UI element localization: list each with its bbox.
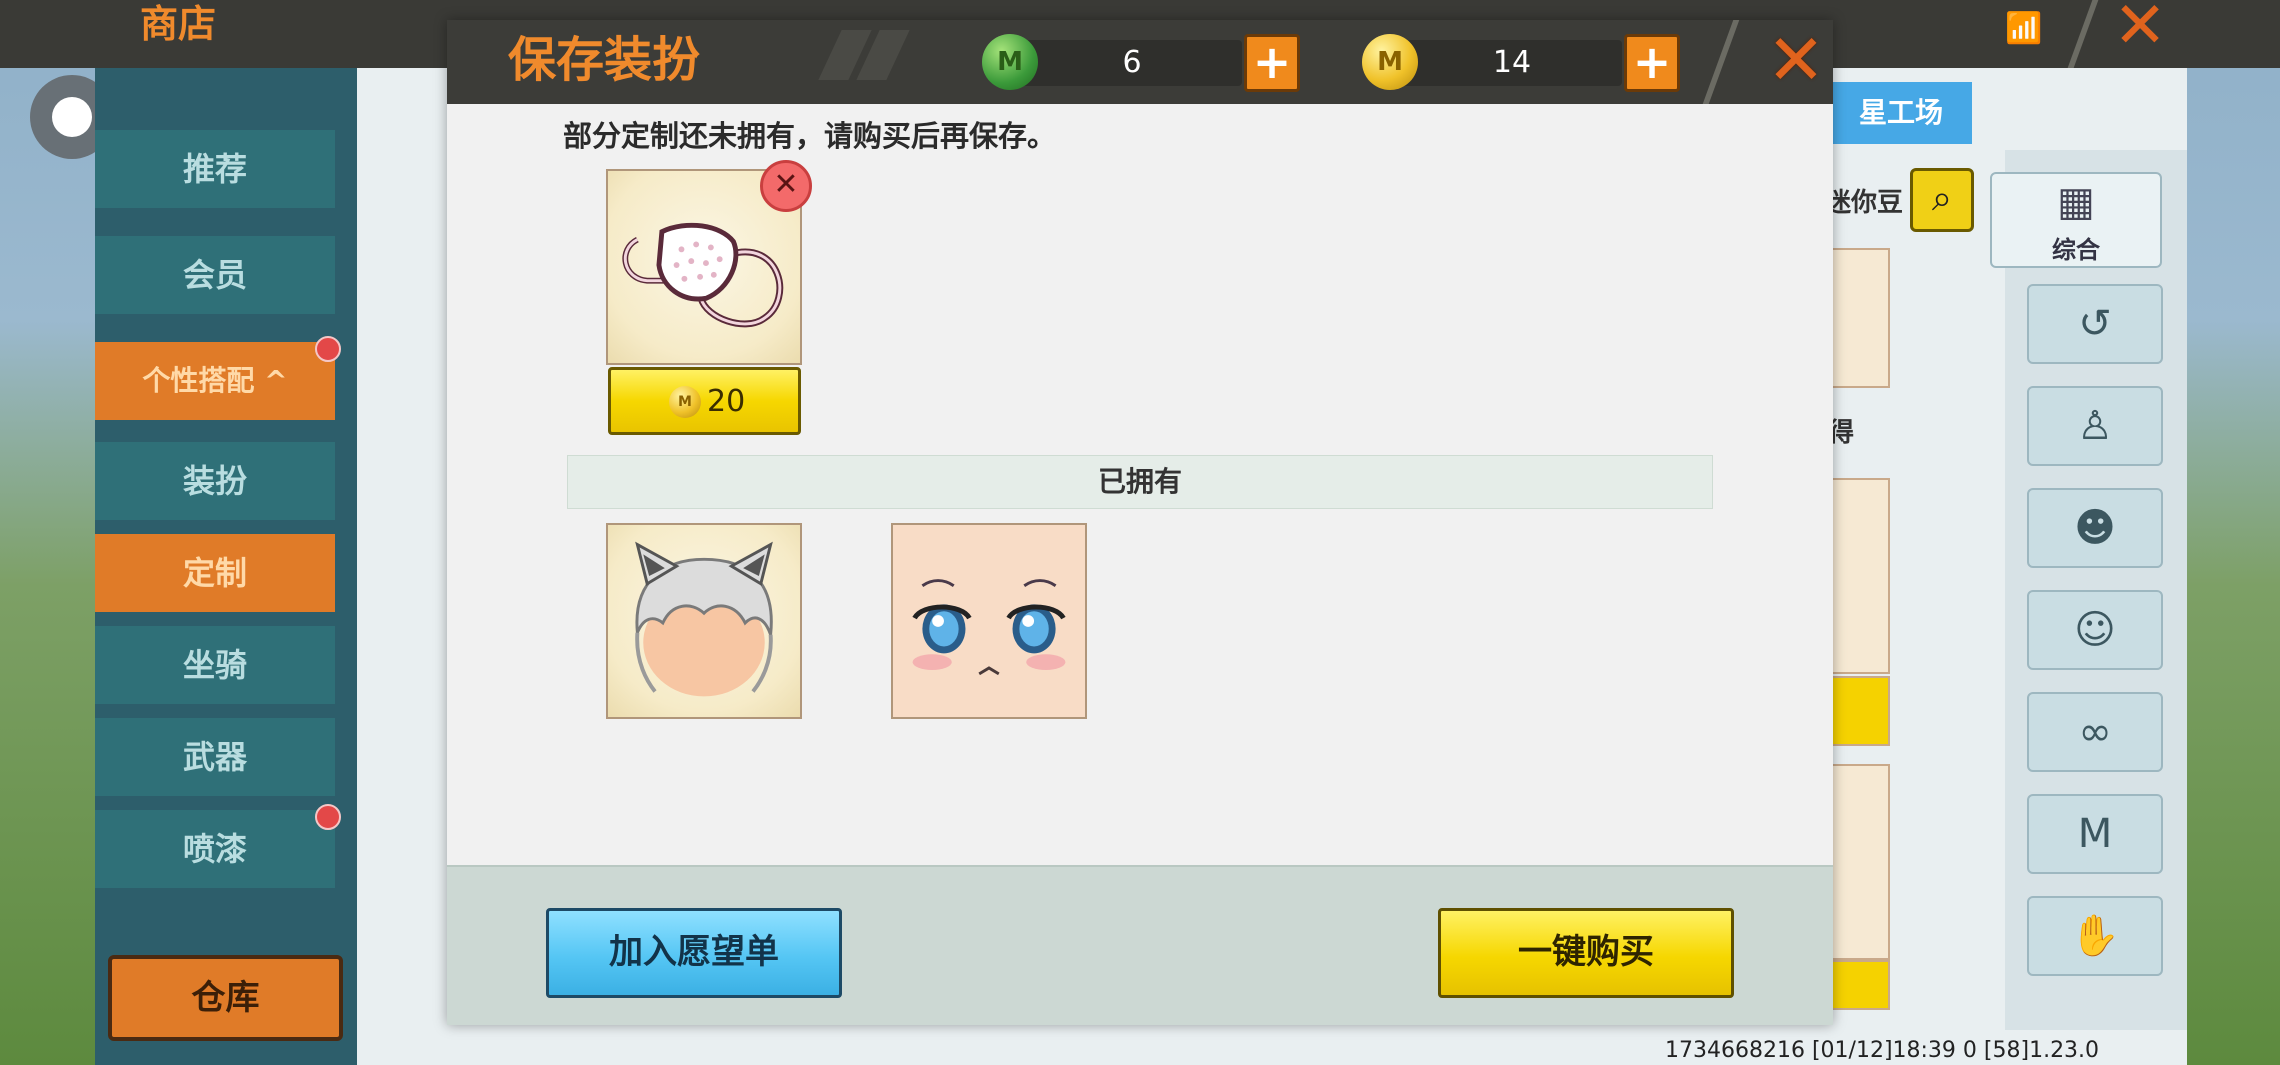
sidebar-item-weapon[interactable]: 武器 [95,718,335,796]
hair-icon[interactable]: ☻ [2027,488,2163,568]
coin-amount: 14 [1492,45,1532,80]
sidebar-item-custom[interactable]: 定制 [95,534,335,612]
owned-section-header: 已拥有 [567,455,1713,509]
green-gem-icon: M [982,34,1038,90]
item-price: 20 [707,384,746,419]
gem-balance: M 6 + [982,32,1300,92]
buy-mask-button[interactable]: M 20 [608,367,801,435]
filter-all-button[interactable]: ▦ 综合 [1990,172,2162,268]
mini-bean-label: 迷你豆 [1825,188,1904,218]
notification-dot [315,804,341,830]
add-gems-button[interactable]: + [1244,34,1300,92]
notification-dot [315,336,341,362]
shop-title: 商店 [140,2,217,46]
face-icon [893,525,1085,717]
add-to-wishlist-button[interactable]: 加入愿望单 [546,908,842,998]
sidebar-item-outfits[interactable]: 个性搭配 ^ [95,336,341,420]
shirt-icon[interactable]: M [2027,794,2163,874]
divider [2067,0,2099,68]
shop-close-icon[interactable]: ✕ [2110,0,2170,58]
sidebar-item-member[interactable]: 会员 [95,236,335,314]
gold-coin-icon: M [669,386,701,418]
hair-icon [635,541,773,697]
search-icon[interactable]: ⌕ [1910,168,1974,232]
sidebar-item-dressup[interactable]: 装扮 [95,442,335,520]
mask-icon[interactable]: ∞ [2027,692,2163,772]
add-coins-button[interactable]: + [1624,34,1680,92]
sidebar-item-mount[interactable]: 坐骑 [95,626,335,704]
grid-icon: ▦ [2057,179,2095,225]
close-icon[interactable]: ✕ [1765,25,1827,95]
gem-amount: 6 [1122,45,1142,80]
dialog-title: 保存装扮 [508,32,701,88]
notice-text: 部分定制还未拥有，请购买后再保存。 [563,119,1057,153]
workshop-tab[interactable]: 星工场 [1830,82,1972,144]
face-icon[interactable]: ☺ [2027,590,2163,670]
sidebar-item-recommend[interactable]: 推荐 [95,130,335,208]
glove-icon[interactable]: ✋ [2027,896,2163,976]
outfit-icon[interactable]: ♙ [2027,386,2163,466]
wifi-icon: 📶 [2005,11,2043,46]
gold-coin-icon: M [1362,34,1418,90]
warehouse-button[interactable]: 仓库 [108,955,343,1041]
status-text: 1734668216 [01/12]18:39 0 [58]1.23.0 [1665,1038,2100,1063]
buy-all-button[interactable]: 一键购买 [1438,908,1734,998]
sidebar-item-spray[interactable]: 喷漆 [95,804,341,888]
history-icon[interactable]: ↺ [2027,284,2163,364]
item-card-hair[interactable] [606,523,802,719]
item-card-face[interactable] [891,523,1087,719]
coin-balance: M 14 + [1362,32,1680,92]
remove-item-icon[interactable]: ✕ [760,160,812,212]
